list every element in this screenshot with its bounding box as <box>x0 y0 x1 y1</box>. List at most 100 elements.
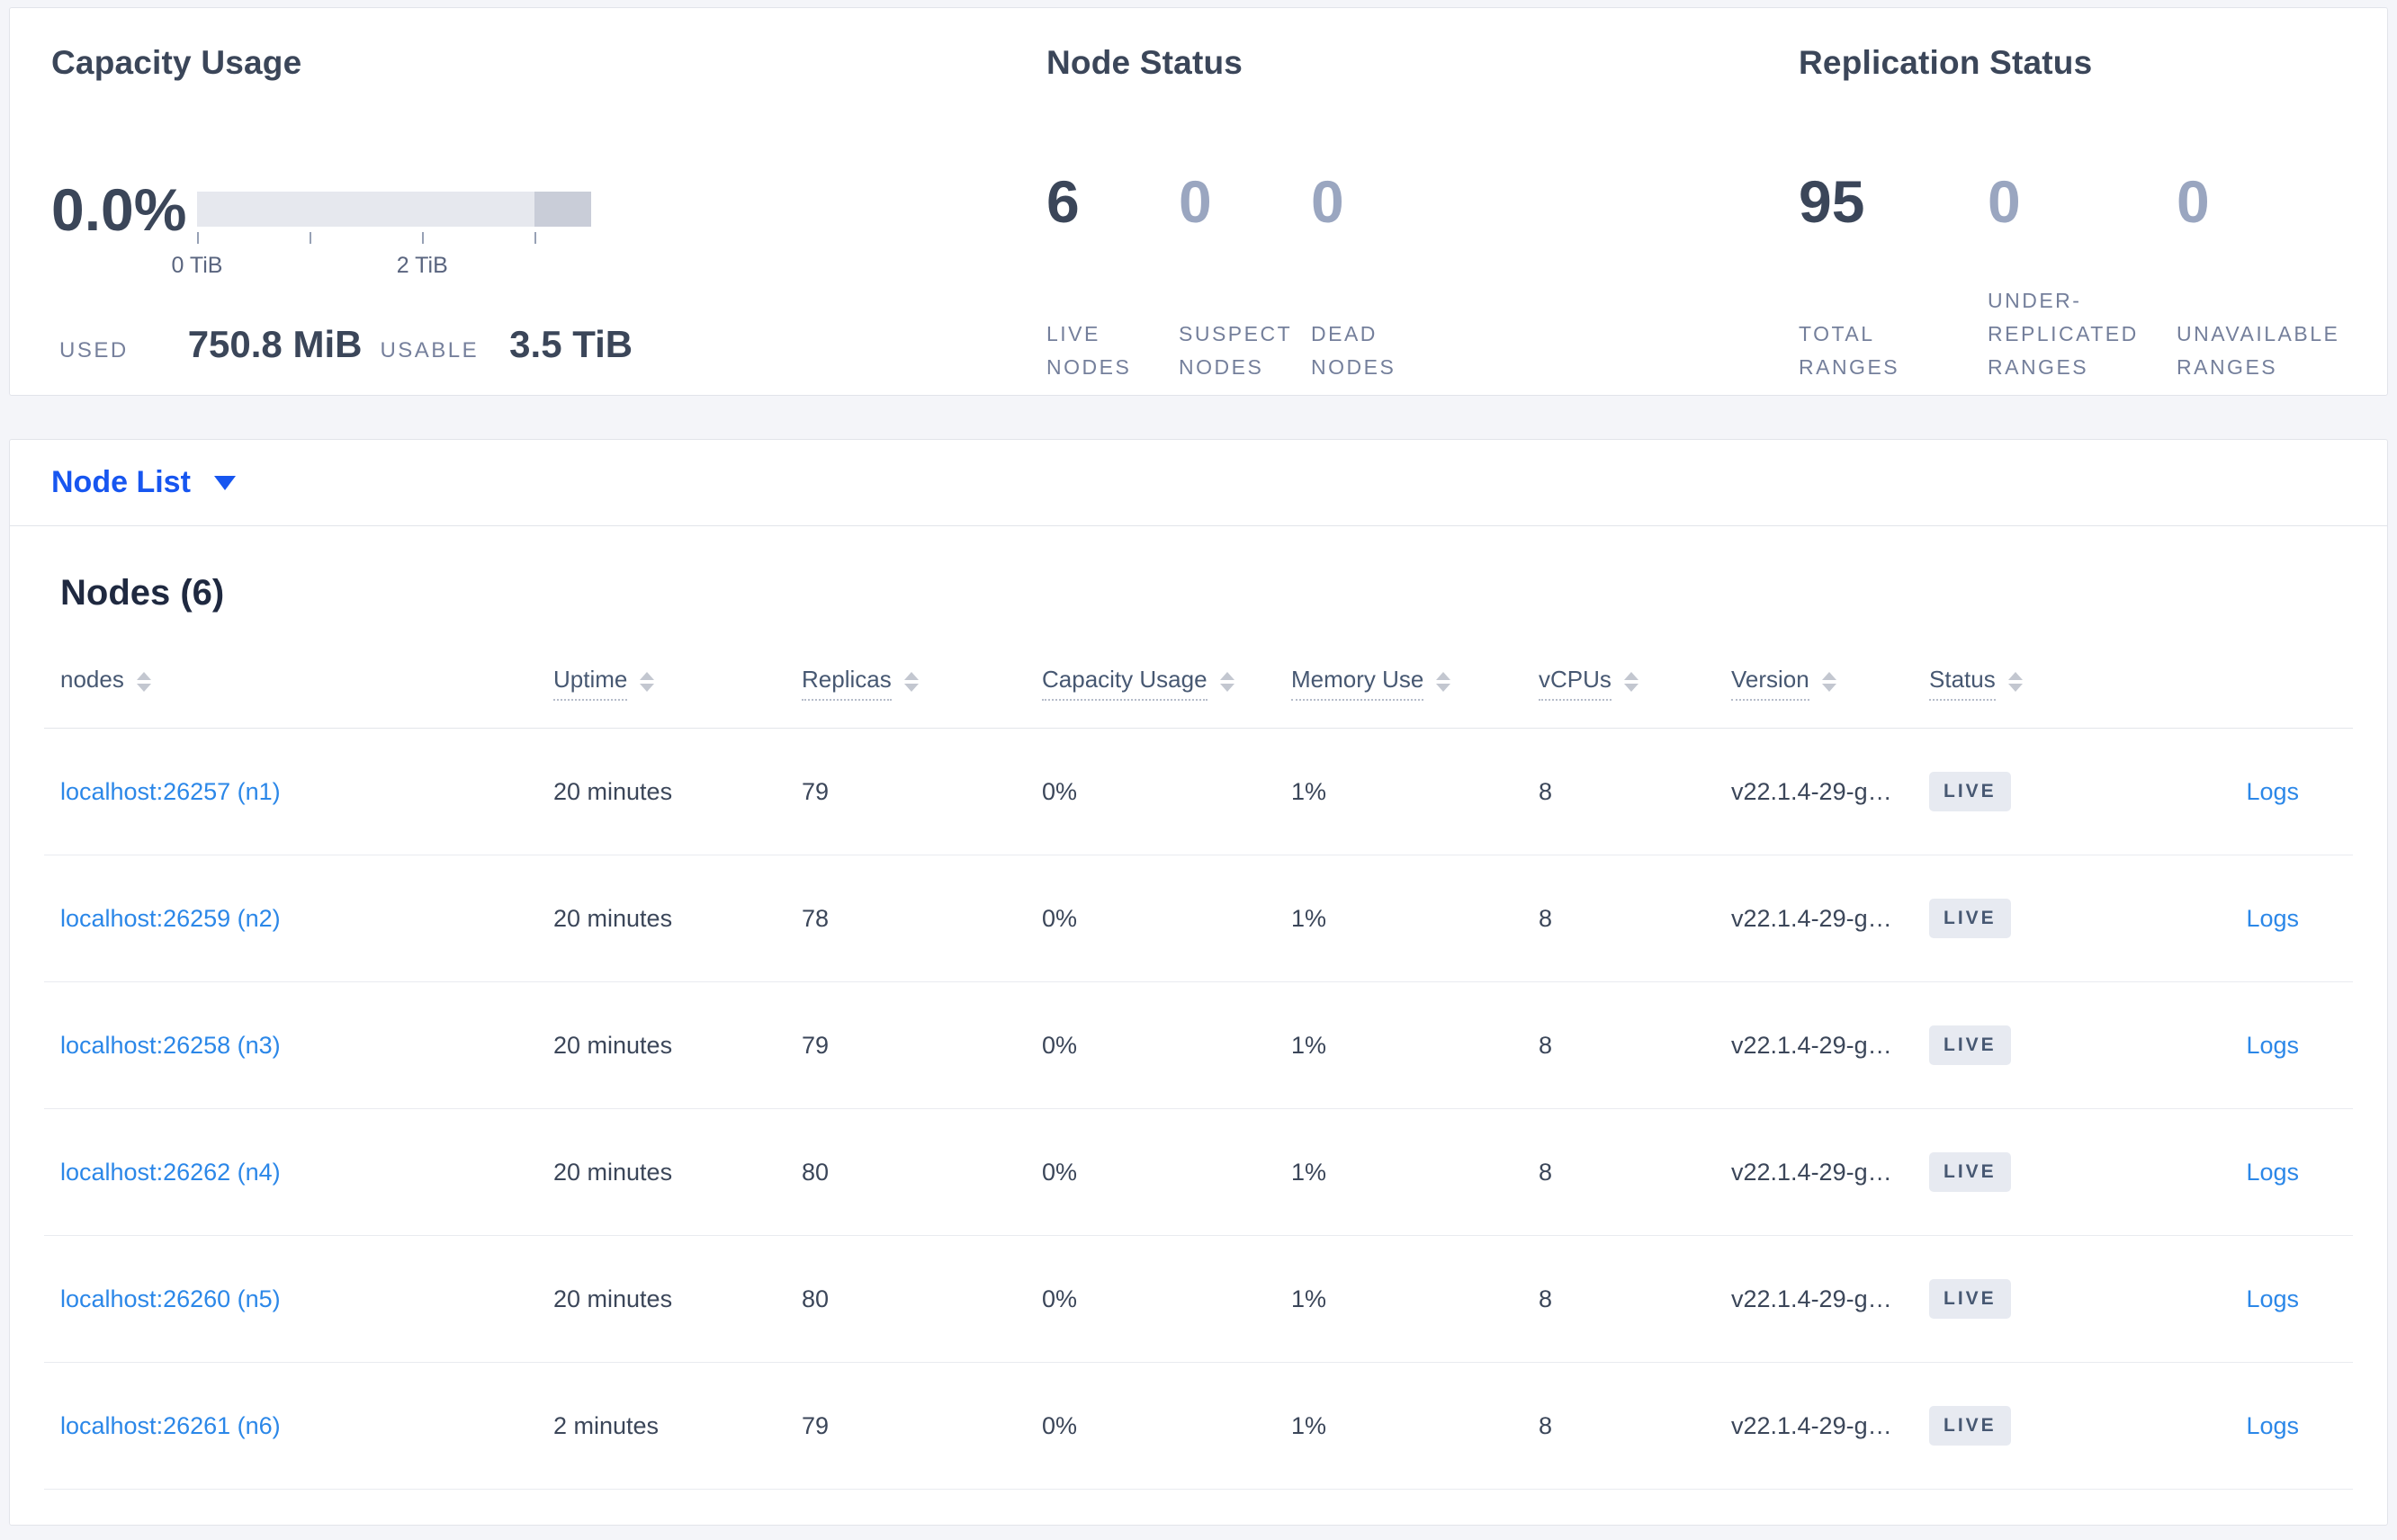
node-status-section: Node Status 6 LIVE NODES 0 SUSPECT NODES… <box>1046 44 1394 379</box>
gauge-tick-label: 0 TiB <box>171 253 223 278</box>
uptime-cell: 20 minutes <box>553 904 673 932</box>
gauge-tick <box>197 232 199 244</box>
capacity-usage-cell: 0% <box>1042 1031 1078 1059</box>
node-link[interactable]: localhost:26261 (n6) <box>60 1412 281 1439</box>
logs-link[interactable]: Logs <box>2246 778 2299 805</box>
column-header-capacity-usage[interactable]: Capacity Usage <box>1042 666 1291 701</box>
stat-label: UNAVAILABLE RANGES <box>2177 322 2340 379</box>
column-header-status[interactable]: Status <box>1929 666 2159 701</box>
stat-value: 0 <box>1179 168 1212 235</box>
stat-label: UNDER-REPLICATED RANGES <box>1988 289 2139 379</box>
node-status-title: Node Status <box>1046 44 1243 81</box>
sort-icon <box>2007 672 2023 692</box>
replicas-cell: 80 <box>802 1158 830 1186</box>
uptime-cell: 20 minutes <box>553 1285 673 1312</box>
column-header-vcpus[interactable]: vCPUs <box>1539 666 1731 701</box>
memory-use-cell: 1% <box>1291 777 1327 805</box>
stat-label: SUSPECT NODES <box>1179 322 1292 379</box>
vcpus-cell: 8 <box>1539 1158 1553 1186</box>
node-link[interactable]: localhost:26259 (n2) <box>60 905 281 932</box>
capacity-usage-cell: 0% <box>1042 777 1078 805</box>
version-cell: v22.1.4-29-g… <box>1731 1158 1892 1186</box>
table-header-row: nodes Uptime Replicas Capacity Usage Mem… <box>44 666 2353 729</box>
capacity-bar <box>197 192 591 227</box>
nodes-table-title: Nodes (6) <box>60 573 225 613</box>
node-link[interactable]: localhost:26257 (n1) <box>60 778 281 805</box>
under-replicated-ranges-stat: 0 UNDER-REPLICATED RANGES <box>1988 170 2151 384</box>
vcpus-cell: 8 <box>1539 1031 1553 1059</box>
capacity-usage-cell: 0% <box>1042 1158 1078 1186</box>
column-header-nodes[interactable]: nodes <box>60 666 553 701</box>
node-link[interactable]: localhost:26258 (n3) <box>60 1032 281 1059</box>
total-ranges-stat: 95 TOTAL RANGES <box>1799 170 1962 384</box>
column-header-version[interactable]: Version <box>1731 666 1929 701</box>
vcpus-cell: 8 <box>1539 1411 1553 1439</box>
sort-icon <box>136 672 151 692</box>
column-header-memory-use[interactable]: Memory Use <box>1291 666 1539 701</box>
memory-use-cell: 1% <box>1291 1158 1327 1186</box>
stat-value: 0 <box>2177 168 2210 235</box>
status-badge: LIVE <box>1929 1279 2011 1319</box>
logs-link[interactable]: Logs <box>2246 905 2299 932</box>
table-row: localhost:26260 (n5) 20 minutes 80 0% 1%… <box>44 1236 2353 1363</box>
uptime-cell: 20 minutes <box>553 777 673 805</box>
gauge-tick <box>310 232 312 244</box>
used-value: 750.8 MiB <box>187 323 363 365</box>
view-selector-bar: Node List <box>10 440 2387 526</box>
table-row: localhost:26258 (n3) 20 minutes 79 0% 1%… <box>44 982 2353 1109</box>
replicas-cell: 78 <box>802 904 830 932</box>
live-nodes-stat: 6 LIVE NODES <box>1046 170 1164 384</box>
stat-label: TOTAL RANGES <box>1799 322 1900 379</box>
usable-value: 3.5 TiB <box>509 323 633 365</box>
replicas-cell: 79 <box>802 777 830 805</box>
status-badge: LIVE <box>1929 1152 2011 1192</box>
unavailable-ranges-stat: 0 UNAVAILABLE RANGES <box>2177 170 2340 384</box>
table-row: localhost:26259 (n2) 20 minutes 78 0% 1%… <box>44 855 2353 982</box>
logs-link[interactable]: Logs <box>2246 1285 2299 1312</box>
logs-link[interactable]: Logs <box>2246 1159 2299 1186</box>
table-row: localhost:26257 (n1) 20 minutes 79 0% 1%… <box>44 729 2353 855</box>
capacity-usage-cell: 0% <box>1042 904 1078 932</box>
status-badge: LIVE <box>1929 899 2011 938</box>
logs-link[interactable]: Logs <box>2246 1032 2299 1059</box>
dead-nodes-stat: 0 DEAD NODES <box>1311 170 1429 384</box>
nodes-table: Nodes (6) nodes Uptime Replicas Capacity… <box>10 573 2387 1525</box>
version-cell: v22.1.4-29-g… <box>1731 1285 1892 1312</box>
sort-icon <box>640 672 655 692</box>
capacity-usage-cell: 0% <box>1042 1411 1078 1439</box>
vcpus-cell: 8 <box>1539 904 1553 932</box>
stat-value: 0 <box>1311 168 1344 235</box>
version-cell: v22.1.4-29-g… <box>1731 1031 1892 1059</box>
column-header-uptime[interactable]: Uptime <box>553 666 802 701</box>
logs-link[interactable]: Logs <box>2246 1412 2299 1439</box>
capacity-usage-cell: 0% <box>1042 1285 1078 1312</box>
view-selector[interactable]: Node List <box>51 465 236 500</box>
sort-icon <box>1623 672 1638 692</box>
memory-use-cell: 1% <box>1291 904 1327 932</box>
uptime-cell: 20 minutes <box>553 1031 673 1059</box>
usable-label: USABLE <box>380 338 480 363</box>
node-link[interactable]: localhost:26260 (n5) <box>60 1285 281 1312</box>
replication-status-section: Replication Status 95 TOTAL RANGES 0 UND… <box>1799 44 2338 379</box>
stat-label: LIVE NODES <box>1046 322 1132 379</box>
memory-use-cell: 1% <box>1291 1285 1327 1312</box>
status-badge: LIVE <box>1929 772 2011 811</box>
memory-use-cell: 1% <box>1291 1031 1327 1059</box>
table-row: localhost:26262 (n4) 20 minutes 80 0% 1%… <box>44 1109 2353 1236</box>
node-link[interactable]: localhost:26262 (n4) <box>60 1159 281 1186</box>
stat-value: 6 <box>1046 168 1080 235</box>
stat-value: 0 <box>1988 168 2021 235</box>
capacity-usage-section: Capacity Usage 0.0% 0 TiB 2 TiB USED 750… <box>51 44 996 365</box>
replicas-cell: 80 <box>802 1285 830 1312</box>
gauge-tick-label: 2 TiB <box>396 253 448 278</box>
capacity-gauge: 0 TiB 2 TiB <box>172 175 591 278</box>
column-header-replicas[interactable]: Replicas <box>802 666 1042 701</box>
chevron-down-icon <box>213 475 236 490</box>
replication-status-title: Replication Status <box>1799 44 2093 81</box>
uptime-cell: 2 minutes <box>553 1411 660 1439</box>
node-list-panel: Node List Nodes (6) nodes Uptime Replica… <box>9 439 2388 1526</box>
sort-icon <box>1436 672 1451 692</box>
stat-label: DEAD NODES <box>1311 322 1396 379</box>
status-badge: LIVE <box>1929 1406 2011 1446</box>
memory-use-cell: 1% <box>1291 1411 1327 1439</box>
